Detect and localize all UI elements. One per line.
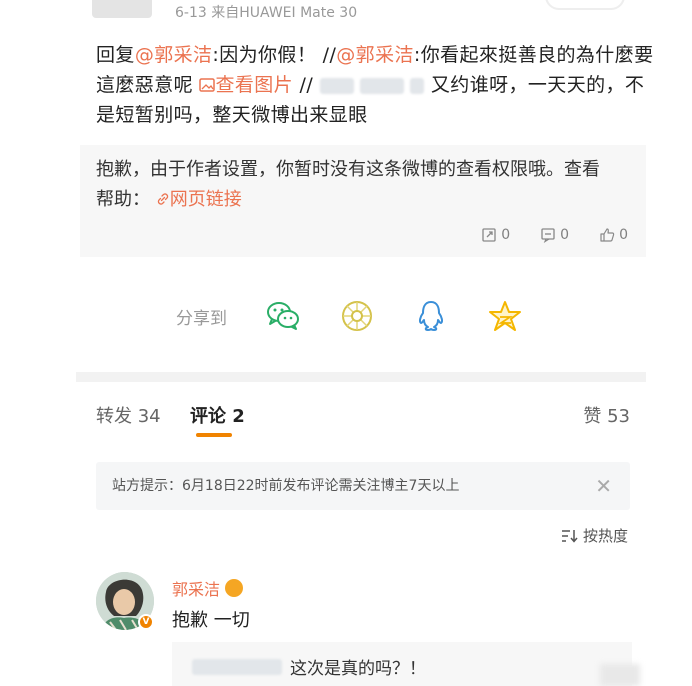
active-tab-indicator <box>196 433 232 437</box>
tab-likes-label: 赞 <box>583 406 602 427</box>
reply-item: 这次是真的吗？！ <box>192 654 426 679</box>
tab-comments[interactable]: 评论 2 <box>190 402 245 428</box>
tab-comments-label: 评论 <box>190 406 226 427</box>
sort-icon <box>561 529 578 543</box>
share-label: 分享到 <box>176 308 227 329</box>
section-divider <box>76 372 646 382</box>
reply-text: 这次是真的吗？！ <box>290 659 426 679</box>
comment-item: V 郭采洁 抱歉 一切 这次是真的吗？！ <box>96 570 636 686</box>
commenter-name[interactable]: 郭采洁 <box>172 576 244 600</box>
share-bar: 分享到 <box>176 296 559 336</box>
comment-reply-box[interactable]: 这次是真的吗？！ <box>172 642 632 686</box>
mention-link[interactable]: @郭采洁 <box>336 44 414 66</box>
quoted-post-actions: 0 0 0 <box>481 227 628 243</box>
moments-icon <box>342 301 372 331</box>
post-meta: 6-13 来自HUAWEI Mate 30 <box>175 2 357 22</box>
tab-reposts-count: 34 <box>137 406 161 427</box>
like-button[interactable]: 0 <box>599 227 628 243</box>
redacted-username <box>360 77 405 94</box>
mention-link[interactable]: @郭采洁 <box>135 44 213 66</box>
redacted-username <box>410 77 425 94</box>
share-moments-button[interactable] <box>337 296 377 336</box>
post-source: 来自HUAWEI Mate 30 <box>211 5 358 21</box>
commenter-name-label: 郭采洁 <box>172 580 221 599</box>
tab-likes[interactable]: 赞 53 <box>583 402 630 428</box>
member-badge-icon <box>225 579 244 597</box>
link-icon <box>157 193 168 205</box>
view-image-label: 查看图片 <box>215 74 294 96</box>
wechat-icon <box>267 302 299 330</box>
tab-likes-count: 53 <box>607 406 630 427</box>
sort-label: 按热度 <box>582 527 628 545</box>
comment-count: 0 <box>560 227 570 243</box>
post-body: 回复@郭采洁:因为你假！ //@郭采洁:你看起來挺善良的為什麼要這麼惡意呢 查看… <box>96 40 656 130</box>
share-wechat-button[interactable] <box>263 296 303 336</box>
close-icon[interactable]: ✕ <box>595 476 612 496</box>
post-date: 6-13 <box>175 5 207 21</box>
view-image-link[interactable]: 查看图片 <box>199 74 293 96</box>
redacted-username <box>192 658 282 675</box>
help-link-label: 网页链接 <box>169 189 242 210</box>
qq-icon <box>418 301 444 331</box>
verified-badge: V <box>138 614 154 630</box>
repost-count: 0 <box>501 227 511 243</box>
thumbs-up-icon <box>600 228 615 242</box>
share-qq-button[interactable] <box>411 296 451 336</box>
post-text-1: :因为你假！ // <box>212 44 337 66</box>
sort-by-hot-button[interactable]: 按热度 <box>561 525 628 546</box>
image-icon <box>199 78 216 92</box>
tab-comments-count: 2 <box>232 406 245 427</box>
repost-icon <box>482 228 496 242</box>
follow-button[interactable] <box>545 0 625 10</box>
comment-button[interactable]: 0 <box>540 227 569 243</box>
tab-reposts[interactable]: 转发 34 <box>96 402 161 428</box>
quoted-post-text: 抱歉，由于作者设置，你暂时没有这条微博的查看权限哦。查看帮助： 网页链接 <box>96 155 616 215</box>
avatar[interactable] <box>92 0 152 18</box>
redacted-username <box>319 77 354 94</box>
comment-icon <box>541 228 555 243</box>
qzone-icon <box>489 301 521 331</box>
post-header: 6-13 来自HUAWEI Mate 30 <box>0 0 692 26</box>
like-count: 0 <box>619 227 628 243</box>
site-notice-text: 站方提示：6月18日22时前发布评论需关注博主7天以上 <box>112 478 460 494</box>
tab-reposts-label: 转发 <box>96 406 132 427</box>
post-text-3: // <box>293 74 320 96</box>
comment-text: 抱歉 一切 <box>172 610 250 631</box>
help-link[interactable]: 网页链接 <box>150 189 242 210</box>
site-notice: 站方提示：6月18日22时前发布评论需关注博主7天以上 ✕ <box>96 462 630 510</box>
blurred-fragment <box>600 664 640 686</box>
reply-prefix: 回复 <box>96 44 135 66</box>
quoted-post[interactable]: 抱歉，由于作者设置，你暂时没有这条微博的查看权限哦。查看帮助： 网页链接 0 0… <box>80 145 646 257</box>
share-qzone-button[interactable] <box>485 296 525 336</box>
repost-button[interactable]: 0 <box>481 227 510 243</box>
